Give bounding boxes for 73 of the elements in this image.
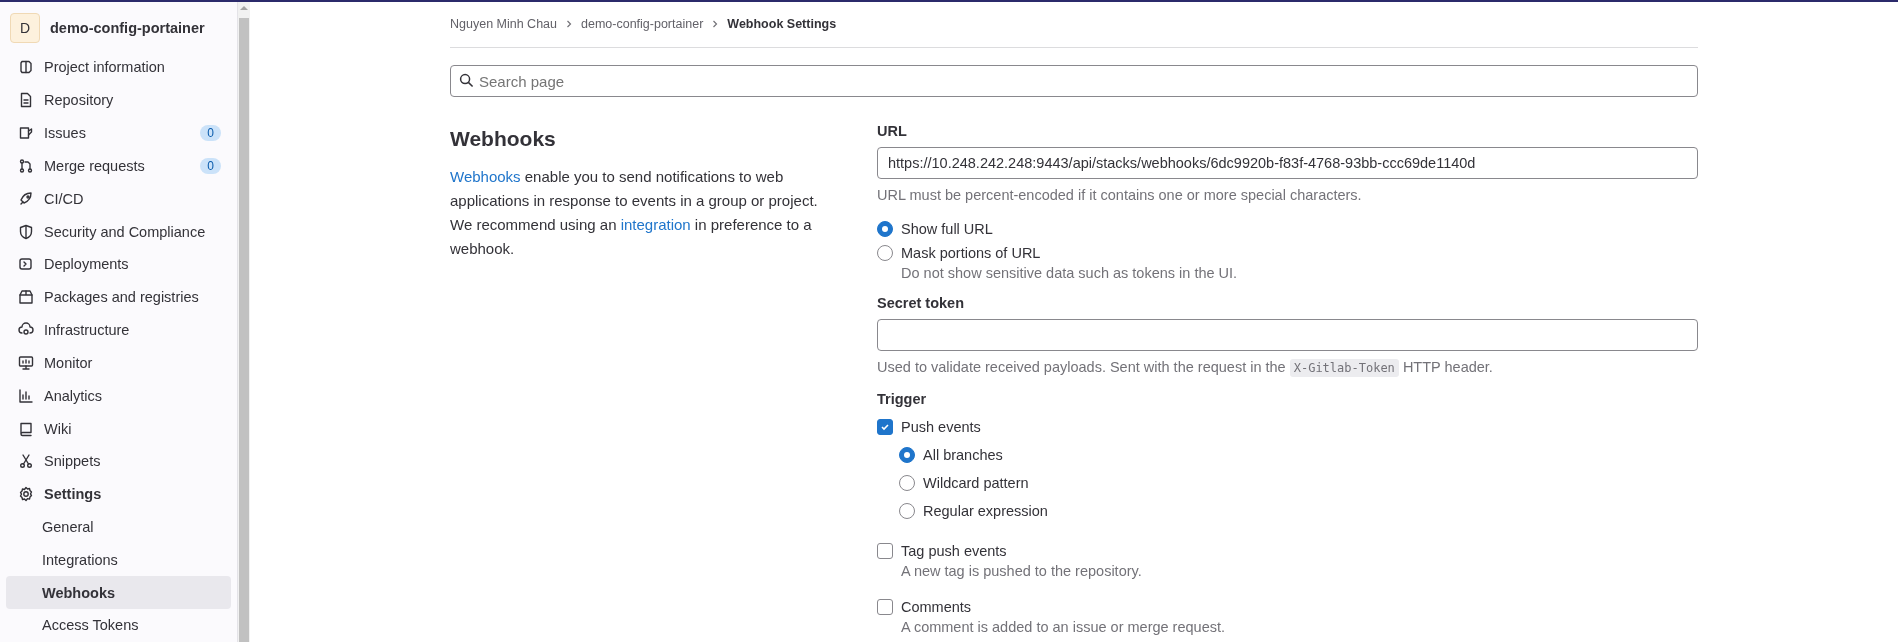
chevron-right-icon <box>711 20 720 28</box>
help-link[interactable]: Webhooks <box>450 168 521 185</box>
field-label: URL <box>877 123 908 139</box>
book-icon <box>18 420 34 437</box>
radio-button[interactable] <box>877 221 893 237</box>
sidebar-item[interactable]: Issues 0 <box>6 116 231 150</box>
sidebar-item[interactable]: Monitor <box>6 346 231 380</box>
sidebar-item[interactable]: CI/CD <box>6 182 231 216</box>
field-label: Secret token <box>877 295 966 311</box>
issue-icon <box>18 125 34 142</box>
deployment-icon <box>18 256 34 273</box>
radio-button[interactable] <box>899 475 915 491</box>
count-badge: 0 <box>200 125 221 142</box>
project-name[interactable]: demo-config-portainer <box>50 20 205 36</box>
field-hint: URL must be percent-encoded if it contains one or more special characters. <box>877 187 1363 203</box>
sidebar-item[interactable]: Deployments <box>6 247 231 281</box>
radio-label[interactable]: Mask portions of URL <box>901 245 1041 261</box>
checkbox-label[interactable]: Tag push events <box>901 543 1007 559</box>
field-hint: Used to validate received payloads. Sent with the request in the X-Gitlab-Token HTTP header. <box>877 359 1494 375</box>
project-avatar[interactable]: D <box>10 13 40 43</box>
sidebar-item[interactable]: Security and Compliance <box>6 215 231 248</box>
sidebar-subitem[interactable]: Webhooks <box>6 576 231 610</box>
help-link[interactable]: integration <box>620 216 691 233</box>
sidebar-item[interactable]: Merge requests 0 <box>6 149 231 183</box>
radio-label[interactable]: Wildcard pattern <box>923 475 1029 491</box>
breadcrumb-link[interactable]: Nguyen Minh Chau <box>450 17 557 31</box>
radio-label[interactable]: Regular expression <box>923 503 1048 519</box>
shield-icon <box>18 223 34 240</box>
sidebar-item[interactable]: Packages and registries <box>6 280 231 314</box>
field-label: Trigger <box>877 391 928 407</box>
url-field[interactable]: https://10.248.242.248:9443/api/stacks/webhooks/6dc9920b-f83f-4768-93bb-ccc69de1140d <box>877 147 1698 179</box>
monitor-icon <box>18 354 34 371</box>
sidebar-subitem[interactable]: Access Tokens <box>6 609 231 642</box>
radio-button[interactable] <box>899 447 915 463</box>
breadcrumb-link[interactable]: demo-config-portainer <box>581 17 704 31</box>
sidebar-item[interactable]: Settings <box>6 477 231 511</box>
radio-label[interactable]: Show full URL <box>901 221 993 237</box>
sidebar-item[interactable]: Infrastructure <box>6 313 231 347</box>
search-field[interactable]: Search page <box>450 65 1698 97</box>
sidebar-item[interactable]: Repository <box>6 83 231 117</box>
checkbox-label[interactable]: Comments <box>901 599 972 615</box>
sidebar-subitem[interactable]: General <box>6 510 231 544</box>
scissors-icon <box>18 453 34 470</box>
radio-button[interactable] <box>877 245 893 261</box>
sidebar-item[interactable]: Analytics <box>6 379 231 413</box>
section-description: Webhooks enable you to send notifications to web applications in response to events in a group or project. We recommend using an integration in preference to a webhook. <box>450 167 819 259</box>
scrollbar-thumb[interactable] <box>239 18 249 642</box>
shield-half-icon <box>18 59 34 76</box>
breadcrumb-link[interactable]: Webhook Settings <box>727 17 837 31</box>
document-icon <box>18 92 34 109</box>
option-hint: A comment is added to an issue or merge request. <box>900 619 1226 635</box>
checkbox[interactable] <box>877 599 893 615</box>
radio-button[interactable] <box>899 503 915 519</box>
option-hint: A new tag is pushed to the repository. <box>900 563 1143 579</box>
chart-icon <box>18 387 34 404</box>
radio-label[interactable]: All branches <box>923 447 1003 463</box>
sidebar-subitem[interactable]: Integrations <box>6 543 231 577</box>
secret-token-field[interactable] <box>877 319 1698 351</box>
sidebar-item[interactable]: Wiki <box>6 412 231 445</box>
checkmark-icon <box>880 422 890 432</box>
chevron-right-icon <box>565 20 573 28</box>
merge-request-icon <box>18 157 34 174</box>
option-hint: Do not show sensitive data such as tokens in the UI. <box>900 265 1239 281</box>
sidebar-item[interactable]: Project information <box>6 51 231 84</box>
checkbox-label[interactable]: Push events <box>901 419 981 435</box>
rocket-icon <box>18 190 34 207</box>
package-icon <box>18 289 34 306</box>
settings-icon <box>18 486 34 503</box>
section-title: Webhooks <box>450 127 557 151</box>
sidebar-item[interactable]: Snippets <box>6 444 231 478</box>
checkbox[interactable] <box>877 419 893 435</box>
checkbox[interactable] <box>877 543 893 559</box>
count-badge: 0 <box>200 157 221 174</box>
